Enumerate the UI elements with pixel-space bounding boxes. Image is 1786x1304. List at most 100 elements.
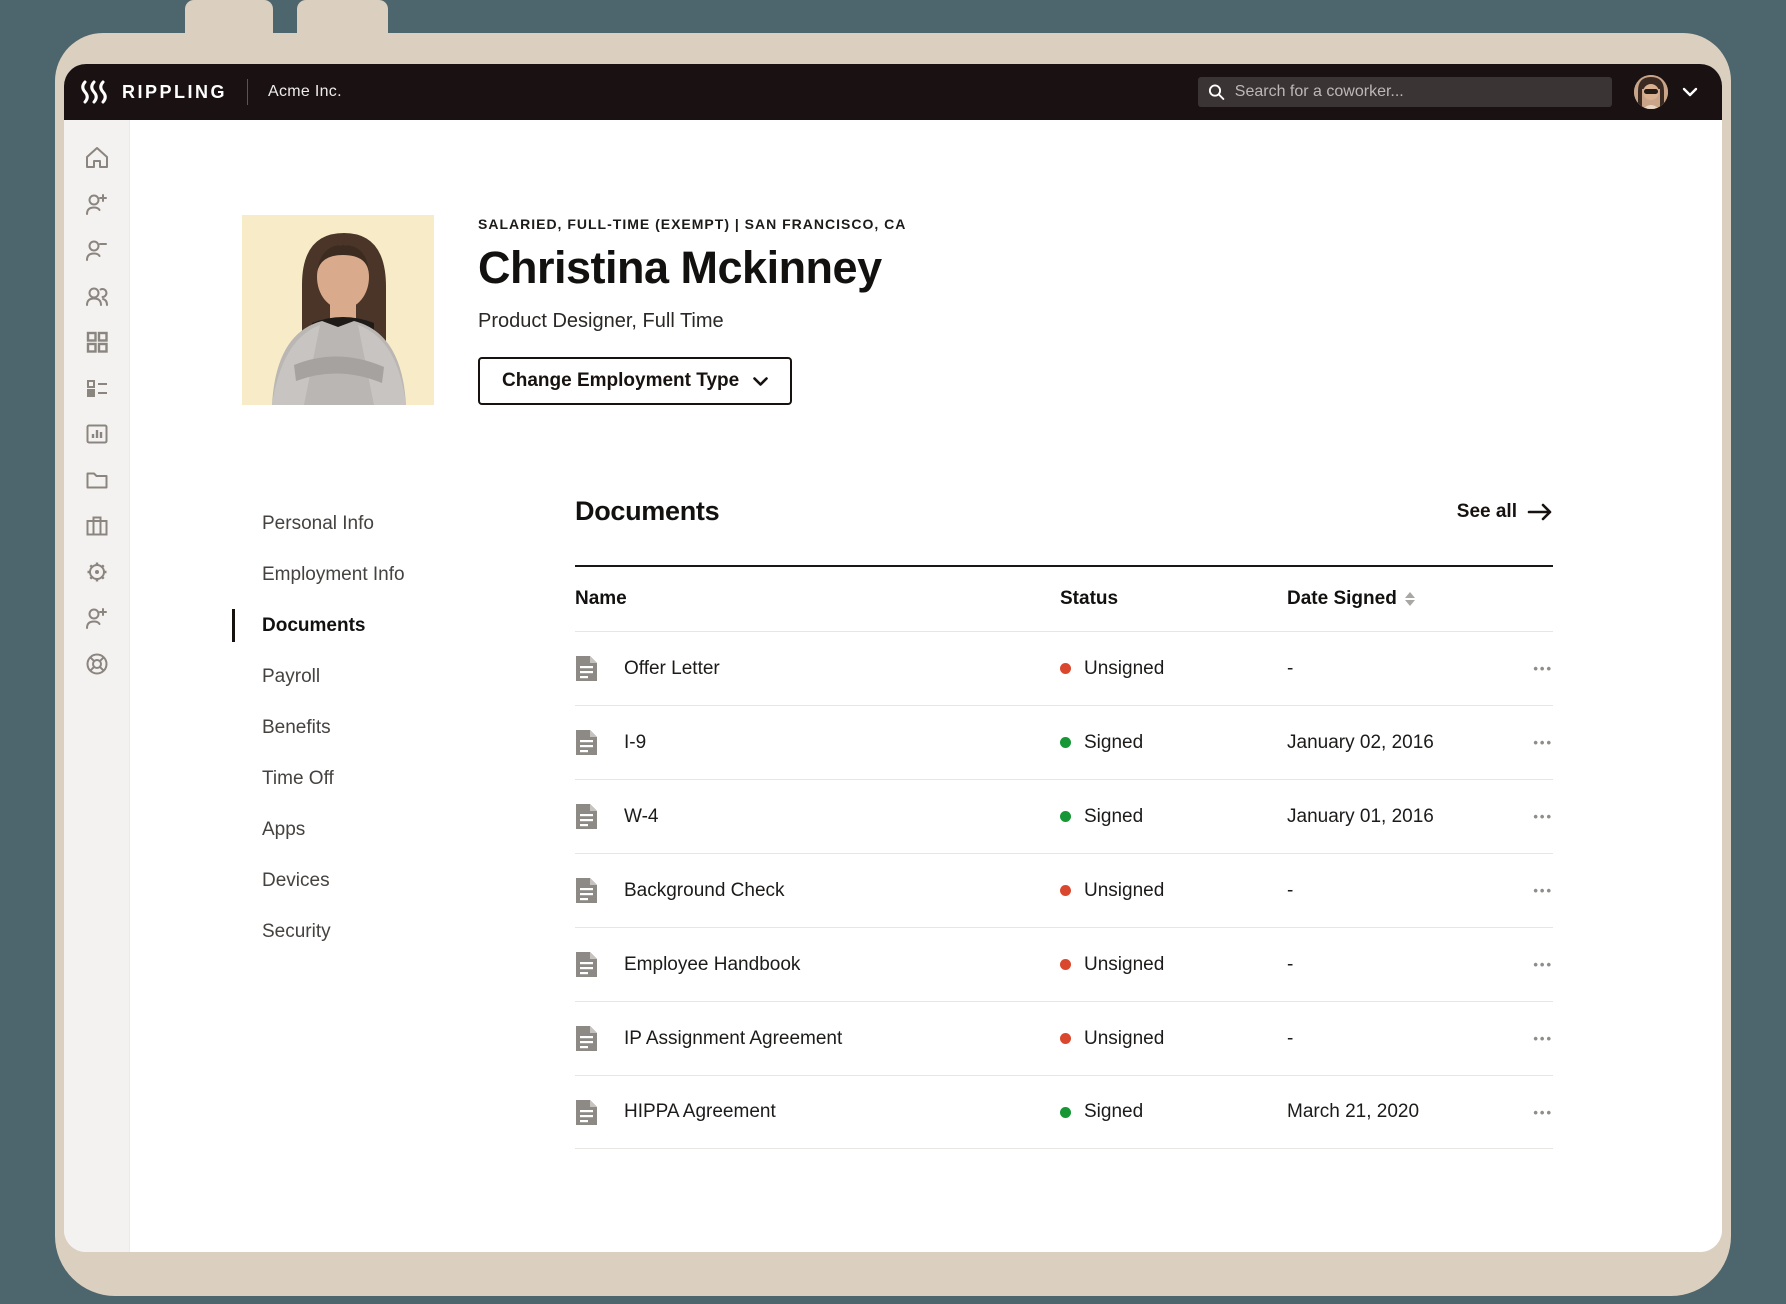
document-name: Offer Letter xyxy=(624,658,720,680)
table-header-row: Name Status Date Signed xyxy=(575,567,1553,631)
apps-grid-icon[interactable] xyxy=(83,328,111,356)
date-signed: January 02, 2016 xyxy=(1287,732,1511,754)
row-menu-icon[interactable]: ••• xyxy=(1511,957,1553,972)
row-menu-icon[interactable]: ••• xyxy=(1511,661,1553,676)
document-row[interactable]: Offer Letter Unsigned - ••• xyxy=(575,631,1553,705)
account-menu-chevron-icon[interactable] xyxy=(1682,87,1698,97)
status-label: Signed xyxy=(1084,1101,1143,1123)
status-label: Unsigned xyxy=(1084,1028,1164,1050)
document-row[interactable]: I-9 Signed January 02, 2016 ••• xyxy=(575,705,1553,779)
search-input[interactable] xyxy=(1235,83,1602,101)
employee-photo xyxy=(242,215,434,405)
document-name: IP Assignment Agreement xyxy=(624,1028,842,1050)
date-signed: March 21, 2020 xyxy=(1287,1101,1511,1123)
reports-chart-icon[interactable] xyxy=(83,420,111,448)
documents-panel: Documents See all Name Status Date Signe… xyxy=(575,496,1553,1149)
document-row[interactable]: Employee Handbook Unsigned - ••• xyxy=(575,927,1553,1001)
top-navigation-bar: RIPPLING Acme Inc. xyxy=(64,64,1722,120)
status-dot-icon xyxy=(1060,885,1071,896)
row-menu-icon[interactable]: ••• xyxy=(1511,735,1553,750)
recruit-person-icon[interactable] xyxy=(83,604,111,632)
people-icon[interactable] xyxy=(83,282,111,310)
profile-nav-item[interactable]: Benefits xyxy=(252,702,405,753)
brand-name: RIPPLING xyxy=(122,82,227,103)
profile-nav-item[interactable]: Apps xyxy=(252,804,405,855)
profile-nav-item[interactable]: Time Off xyxy=(252,753,405,804)
employment-summary: SALARIED, FULL-TIME (EXEMPT) | SAN FRANC… xyxy=(478,216,906,232)
app-window: RIPPLING Acme Inc. xyxy=(64,64,1722,1252)
date-signed: - xyxy=(1287,658,1511,680)
row-menu-icon[interactable]: ••• xyxy=(1511,1031,1553,1046)
row-menu-icon[interactable]: ••• xyxy=(1511,1105,1553,1120)
search-icon xyxy=(1208,83,1225,101)
column-name: Name xyxy=(575,588,1060,610)
document-icon xyxy=(575,729,598,756)
profile-nav-item[interactable]: Devices xyxy=(252,855,405,906)
row-menu-icon[interactable]: ••• xyxy=(1511,883,1553,898)
document-icon xyxy=(575,877,598,904)
rippling-logo-icon xyxy=(80,79,110,105)
profile-nav-item[interactable]: Security xyxy=(252,906,405,957)
document-row[interactable]: Background Check Unsigned - ••• xyxy=(575,853,1553,927)
user-avatar[interactable] xyxy=(1634,75,1668,109)
date-signed: - xyxy=(1287,954,1511,976)
employee-name: Christina Mckinney xyxy=(478,242,906,294)
document-row[interactable]: W-4 Signed January 01, 2016 ••• xyxy=(575,779,1553,853)
status-label: Signed xyxy=(1084,732,1143,754)
status-label: Unsigned xyxy=(1084,658,1164,680)
page-canvas: RIPPLING Acme Inc. xyxy=(0,0,1786,1304)
profile-nav-item[interactable]: Documents xyxy=(252,600,405,651)
documents-title: Documents xyxy=(575,496,719,527)
see-all-link[interactable]: See all xyxy=(1457,501,1553,523)
document-icon xyxy=(575,951,598,978)
change-employment-type-button[interactable]: Change Employment Type xyxy=(478,357,792,405)
tasks-icon[interactable] xyxy=(83,374,111,402)
document-name: Employee Handbook xyxy=(624,954,800,976)
document-icon xyxy=(575,655,598,682)
rippling-brand[interactable]: RIPPLING xyxy=(80,79,227,105)
remove-person-icon[interactable] xyxy=(83,236,111,264)
status-label: Unsigned xyxy=(1084,880,1164,902)
folder-icon[interactable] xyxy=(83,466,111,494)
status-dot-icon xyxy=(1060,663,1071,674)
profile-nav-item[interactable]: Personal Info xyxy=(252,498,405,549)
document-name: HIPPA Agreement xyxy=(624,1101,776,1123)
icon-sidebar xyxy=(64,120,130,1252)
document-name: I-9 xyxy=(624,732,646,754)
chevron-down-icon xyxy=(753,377,768,386)
date-signed: - xyxy=(1287,880,1511,902)
document-icon xyxy=(575,803,598,830)
document-name: Background Check xyxy=(624,880,785,902)
date-signed: - xyxy=(1287,1028,1511,1050)
document-icon xyxy=(575,1025,598,1052)
profile-nav-item[interactable]: Payroll xyxy=(252,651,405,702)
decorative-tab xyxy=(297,0,388,40)
employee-role: Product Designer, Full Time xyxy=(478,310,906,333)
home-icon[interactable] xyxy=(83,144,111,172)
row-menu-icon[interactable]: ••• xyxy=(1511,809,1553,824)
column-date-signed[interactable]: Date Signed xyxy=(1287,588,1511,610)
status-label: Unsigned xyxy=(1084,954,1164,976)
document-row[interactable]: IP Assignment Agreement Unsigned - ••• xyxy=(575,1001,1553,1075)
decorative-tab xyxy=(185,0,273,40)
document-name: W-4 xyxy=(624,806,658,828)
status-label: Signed xyxy=(1084,806,1143,828)
profile-section-nav: Personal InfoEmployment InfoDocumentsPay… xyxy=(252,498,405,957)
profile-nav-item[interactable]: Employment Info xyxy=(252,549,405,600)
main-content: SALARIED, FULL-TIME (EXEMPT) | SAN FRANC… xyxy=(130,120,1722,1252)
sort-icon[interactable] xyxy=(1405,592,1415,606)
divider xyxy=(247,79,248,105)
settings-gear-icon[interactable] xyxy=(83,558,111,586)
column-status: Status xyxy=(1060,588,1287,610)
document-row[interactable]: HIPPA Agreement Signed March 21, 2020 ••… xyxy=(575,1075,1553,1149)
add-person-icon[interactable] xyxy=(83,190,111,218)
date-signed: January 01, 2016 xyxy=(1287,806,1511,828)
help-lifebuoy-icon[interactable] xyxy=(83,650,111,678)
document-icon xyxy=(575,1099,598,1126)
coworker-search[interactable] xyxy=(1198,77,1612,107)
status-dot-icon xyxy=(1060,1033,1071,1044)
status-dot-icon xyxy=(1060,959,1071,970)
company-name: Acme Inc. xyxy=(268,83,342,101)
briefcase-icon[interactable] xyxy=(83,512,111,540)
status-dot-icon xyxy=(1060,811,1071,822)
